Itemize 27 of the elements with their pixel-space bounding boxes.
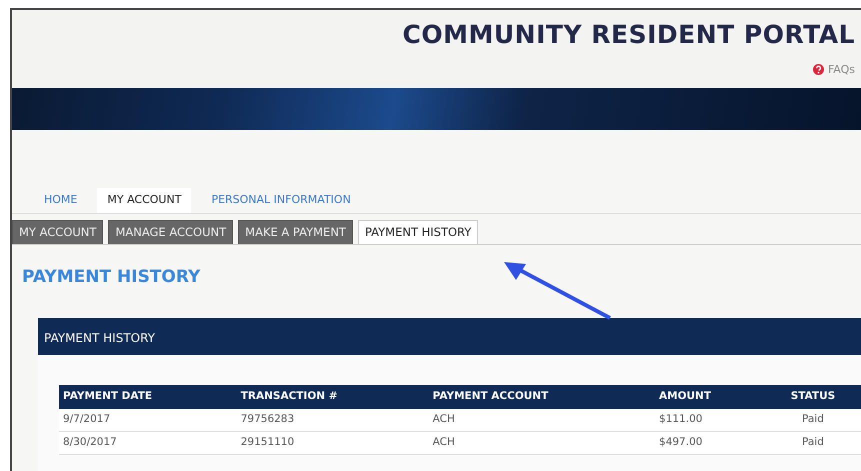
column-header: TRANSACTION #	[236, 385, 429, 409]
panel-title: PAYMENT HISTORY	[38, 318, 861, 356]
nav-tab[interactable]: MY ACCOUNT	[97, 188, 192, 212]
table-cell: 79756283	[236, 409, 429, 432]
table-cell: 8/30/2017	[59, 431, 237, 454]
table-cell: 9/7/2017	[59, 409, 237, 432]
table-cell: $497.00	[655, 431, 765, 454]
table-cell: ACH	[428, 409, 656, 432]
page-heading: PAYMENT HISTORY	[22, 266, 202, 289]
table-cell: Paid	[764, 409, 861, 432]
sub-tab[interactable]: MAKE A PAYMENT	[238, 220, 353, 244]
nav-tab[interactable]: PERSONAL INFORMATION	[201, 188, 361, 212]
column-header: PAYMENT DATE	[59, 385, 237, 409]
table-cell: Paid	[764, 431, 861, 454]
sub-tab[interactable]: MANAGE ACCOUNT	[108, 220, 234, 244]
column-header: AMOUNT	[655, 385, 765, 409]
sub-tab[interactable]: MY ACCOUNT	[12, 220, 104, 244]
table-cell: $111.00	[655, 409, 765, 432]
help-icon	[812, 64, 824, 76]
portal-title: COMMUNITY RESIDENT PORTAL	[402, 19, 855, 51]
column-header: STATUS	[764, 385, 861, 409]
nav-tab[interactable]: HOME	[34, 188, 88, 212]
table-cell: ACH	[428, 431, 656, 454]
faq-link[interactable]: FAQs	[812, 62, 855, 78]
table-cell: 29151110	[236, 431, 429, 454]
sub-tab[interactable]: PAYMENT HISTORY	[358, 220, 478, 244]
column-header: PAYMENT ACCOUNT	[428, 385, 656, 409]
